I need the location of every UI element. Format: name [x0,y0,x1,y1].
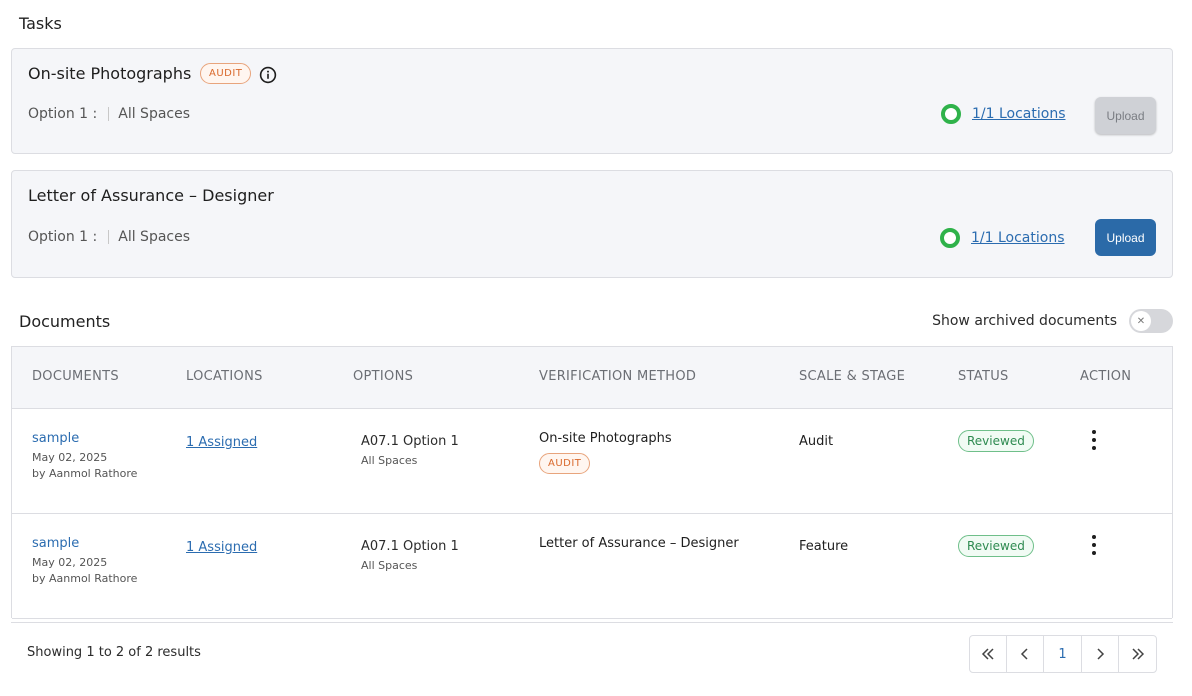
table-row: sample May 02, 2025 by Aanmol Rathore 1 … [12,409,1172,514]
results-summary: Showing 1 to 2 of 2 results [27,645,201,660]
option-label: Option 1 : [28,229,98,245]
archived-toggle-label: Show archived documents [932,313,1117,329]
task-card-letter-of-assurance: Letter of Assurance – Designer Option 1 … [11,170,1173,278]
audit-badge: AUDIT [539,453,591,474]
document-cell: sample May 02, 2025 by Aanmol Rathore [32,431,137,480]
page-number-button[interactable]: 1 [1044,636,1082,672]
option-label: Option 1 : [28,106,98,122]
header-locations: LOCATIONS [186,369,263,384]
archived-toggle[interactable]: ✕ [1129,309,1173,333]
chevron-left-icon [1020,648,1028,660]
next-page-button[interactable] [1082,636,1119,672]
task-card-onsite-photographs: On-site Photographs AUDIT Option 1 : All… [11,48,1173,154]
audit-badge: AUDIT [200,63,252,84]
task-name: On-site Photographs [28,64,192,83]
info-icon[interactable] [259,66,277,84]
option-spaces: All Spaces [361,559,418,572]
status-cell: Reviewed [958,430,1034,452]
options-cell: A07.1 Option 1 All Spaces [361,434,459,467]
chevrons-left-icon [981,648,994,660]
divider [108,107,110,121]
spaces-label: All Spaces [118,106,191,122]
document-date: May 02, 2025 [32,556,108,569]
options-cell: A07.1 Option 1 All Spaces [361,539,459,572]
complete-ring-icon [941,104,961,124]
toggle-off-icon: ✕ [1131,311,1151,331]
archived-toggle-group: Show archived documents ✕ [932,309,1173,333]
upload-button[interactable]: Upload [1095,97,1156,134]
assigned-link[interactable]: 1 Assigned [186,540,257,555]
task-name: Letter of Assurance – Designer [28,186,274,205]
scale-stage: Feature [799,539,849,554]
more-vertical-icon[interactable] [1090,430,1098,450]
status-badge: Reviewed [958,535,1034,557]
first-page-button[interactable] [970,636,1007,672]
upload-button[interactable]: Upload [1095,219,1156,256]
spaces-label: All Spaces [118,229,191,245]
option-name: A07.1 Option 1 [361,434,459,449]
verification-method: On-site Photographs [539,431,672,446]
header-verification-method: VERIFICATION METHOD [539,369,697,384]
chevrons-right-icon [1131,648,1144,660]
document-date: May 02, 2025 [32,451,108,464]
locations-cell: 1 Assigned [186,536,257,555]
header-scale-stage: SCALE & STAGE [799,369,906,384]
scale-cell: Audit [799,434,833,449]
document-link[interactable]: sample [32,536,137,551]
header-documents: DOCUMENTS [32,369,119,384]
locations-cell: 1 Assigned [186,431,257,450]
document-author: by Aanmol Rathore [32,572,138,585]
tasks-section-title: Tasks [19,14,62,33]
complete-ring-icon [940,228,960,248]
table-header: DOCUMENTS LOCATIONS OPTIONS VERIFICATION… [12,347,1172,409]
status-badge: Reviewed [958,430,1034,452]
assigned-link[interactable]: 1 Assigned [186,435,257,450]
pagination: 1 [969,635,1157,673]
task-option-row: Option 1 : All Spaces [28,229,190,245]
option-name: A07.1 Option 1 [361,539,459,554]
locations-status: 1/1 Locations [941,104,1066,124]
last-page-button[interactable] [1119,636,1156,672]
locations-status: 1/1 Locations [940,228,1065,248]
scale-cell: Feature [799,539,848,554]
documents-section-title: Documents [19,312,111,331]
header-action: ACTION [1080,369,1132,384]
header-options: OPTIONS [353,369,414,384]
document-cell: sample May 02, 2025 by Aanmol Rathore [32,536,137,585]
verification-method: Letter of Assurance – Designer [539,536,739,551]
option-spaces: All Spaces [361,454,418,467]
more-vertical-icon[interactable] [1090,535,1098,555]
locations-link[interactable]: 1/1 Locations [971,230,1065,246]
prev-page-button[interactable] [1007,636,1044,672]
table-footer-divider [11,622,1173,623]
scale-stage: Audit [799,434,834,449]
task-option-row: Option 1 : All Spaces [28,106,190,122]
locations-link[interactable]: 1/1 Locations [972,106,1066,122]
verification-cell: On-site Photographs AUDIT [539,431,672,474]
action-cell [1090,535,1098,555]
document-author: by Aanmol Rathore [32,467,138,480]
documents-table: DOCUMENTS LOCATIONS OPTIONS VERIFICATION… [11,346,1173,619]
header-status: STATUS [958,369,1009,384]
document-link[interactable]: sample [32,431,137,446]
chevron-right-icon [1097,648,1105,660]
divider [108,230,110,244]
action-cell [1090,430,1098,450]
table-row: sample May 02, 2025 by Aanmol Rathore 1 … [12,514,1172,619]
status-cell: Reviewed [958,535,1034,557]
verification-cell: Letter of Assurance – Designer [539,536,739,551]
